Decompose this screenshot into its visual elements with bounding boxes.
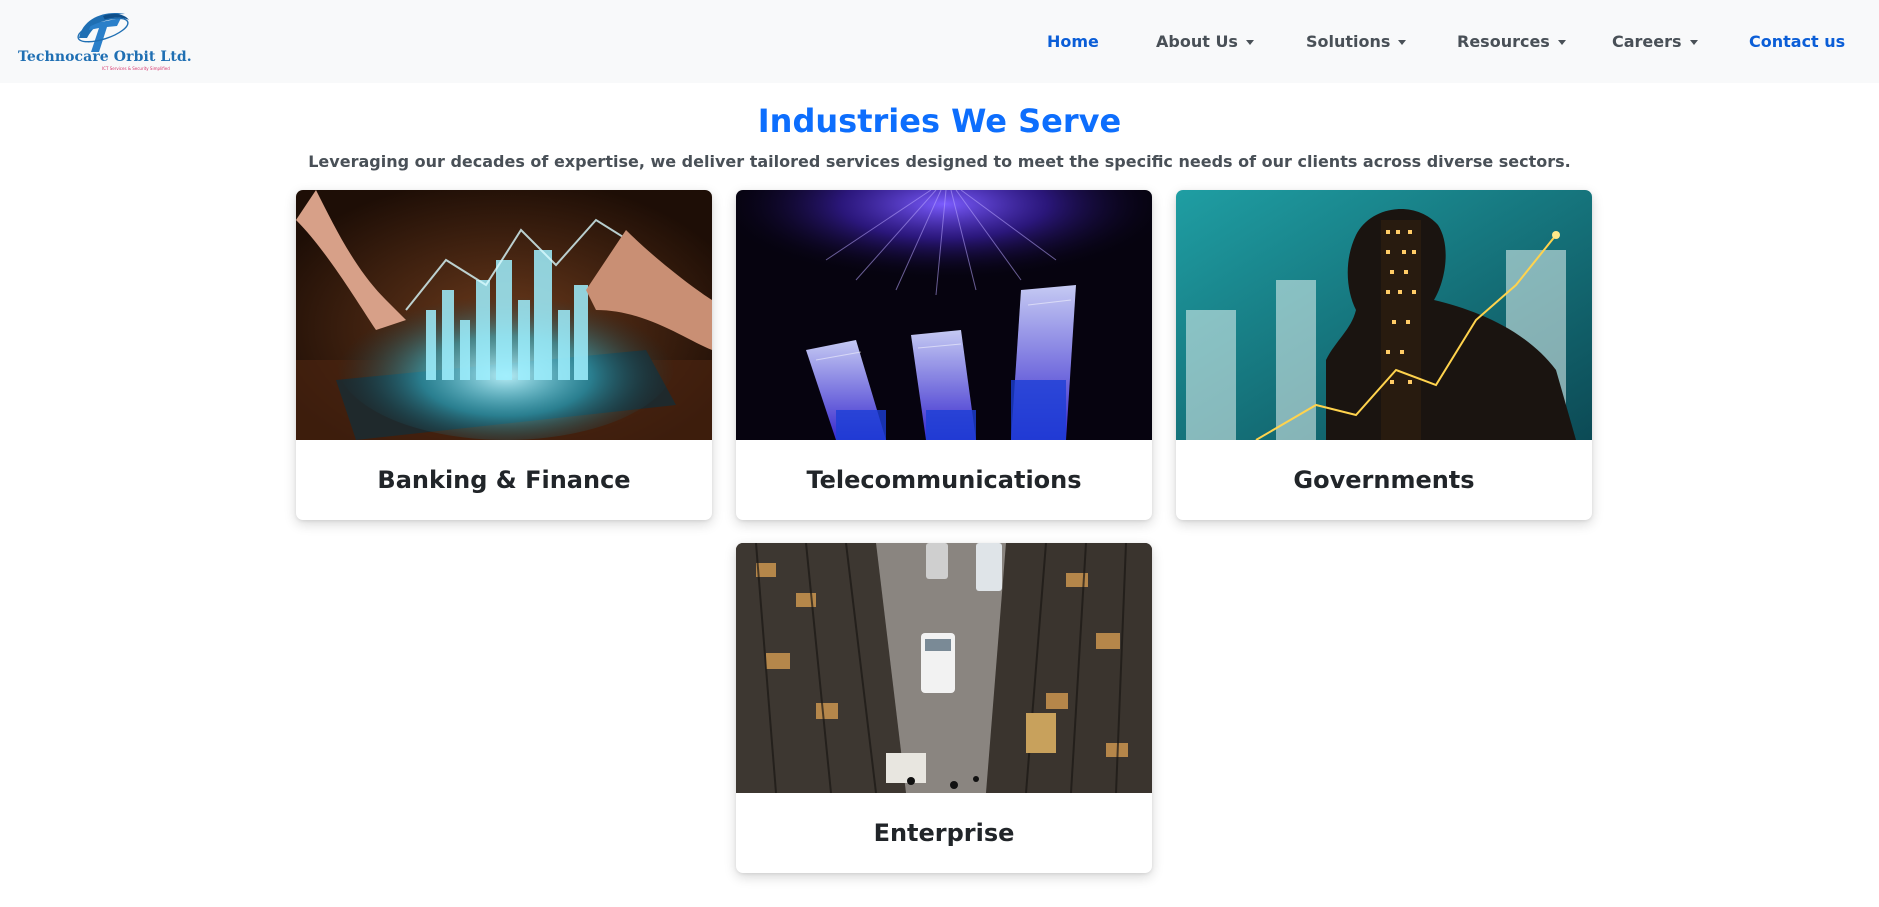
industry-card-banking-finance[interactable]: Banking & Finance [296, 190, 712, 520]
industry-card-title: Governments [1293, 466, 1475, 494]
industry-card-title: Enterprise [873, 819, 1015, 847]
nav-contact-us-label: Contact us [1749, 32, 1846, 51]
caret-down-icon [1245, 39, 1254, 45]
industry-card-telecommunications[interactable]: Telecommunications [736, 190, 1152, 520]
brand-name: Technocare Orbit Ltd. [18, 49, 192, 65]
nav-resources-label: Resources [1457, 32, 1550, 51]
caret-down-icon [1398, 39, 1407, 45]
nav-about-us-label: About Us [1156, 32, 1238, 51]
section-subtitle: Leveraging our decades of expertise, we … [308, 152, 1571, 171]
top-navbar: Technocare Orbit Ltd. ICT Services & Sec… [0, 0, 1879, 83]
nav-about-us[interactable]: About Us [1156, 0, 1254, 83]
nav-solutions-label: Solutions [1306, 32, 1391, 51]
industry-card-governments[interactable]: Governments [1176, 190, 1592, 520]
fiber-optic-network-cables-image [736, 190, 1152, 440]
nav-contact-us[interactable]: Contact us [1749, 0, 1845, 83]
caret-down-icon [1689, 39, 1698, 45]
nav-solutions[interactable]: Solutions [1306, 0, 1407, 83]
brand-tagline: ICT Services & Security Simplified [102, 66, 170, 71]
industry-card-title: Telecommunications [806, 466, 1082, 494]
city-skyline-silhouette-image [1176, 190, 1592, 440]
nav-resources[interactable]: Resources [1457, 0, 1566, 83]
nav-careers[interactable]: Careers [1612, 0, 1698, 83]
aerial-city-street-trucks-image [736, 543, 1152, 793]
orbit-logo-icon [77, 13, 129, 52]
industry-card-title: Banking & Finance [377, 466, 631, 494]
section-title: Industries We Serve [757, 102, 1122, 140]
caret-down-icon [1557, 39, 1566, 45]
holographic-city-chart-image [296, 190, 712, 440]
nav-careers-label: Careers [1612, 32, 1682, 51]
brand-logo-link[interactable]: Technocare Orbit Ltd. ICT Services & Sec… [18, 8, 192, 72]
nav-home[interactable]: Home [1047, 0, 1099, 83]
industry-card-enterprise[interactable]: Enterprise [736, 543, 1152, 873]
nav-home-label: Home [1047, 32, 1099, 51]
